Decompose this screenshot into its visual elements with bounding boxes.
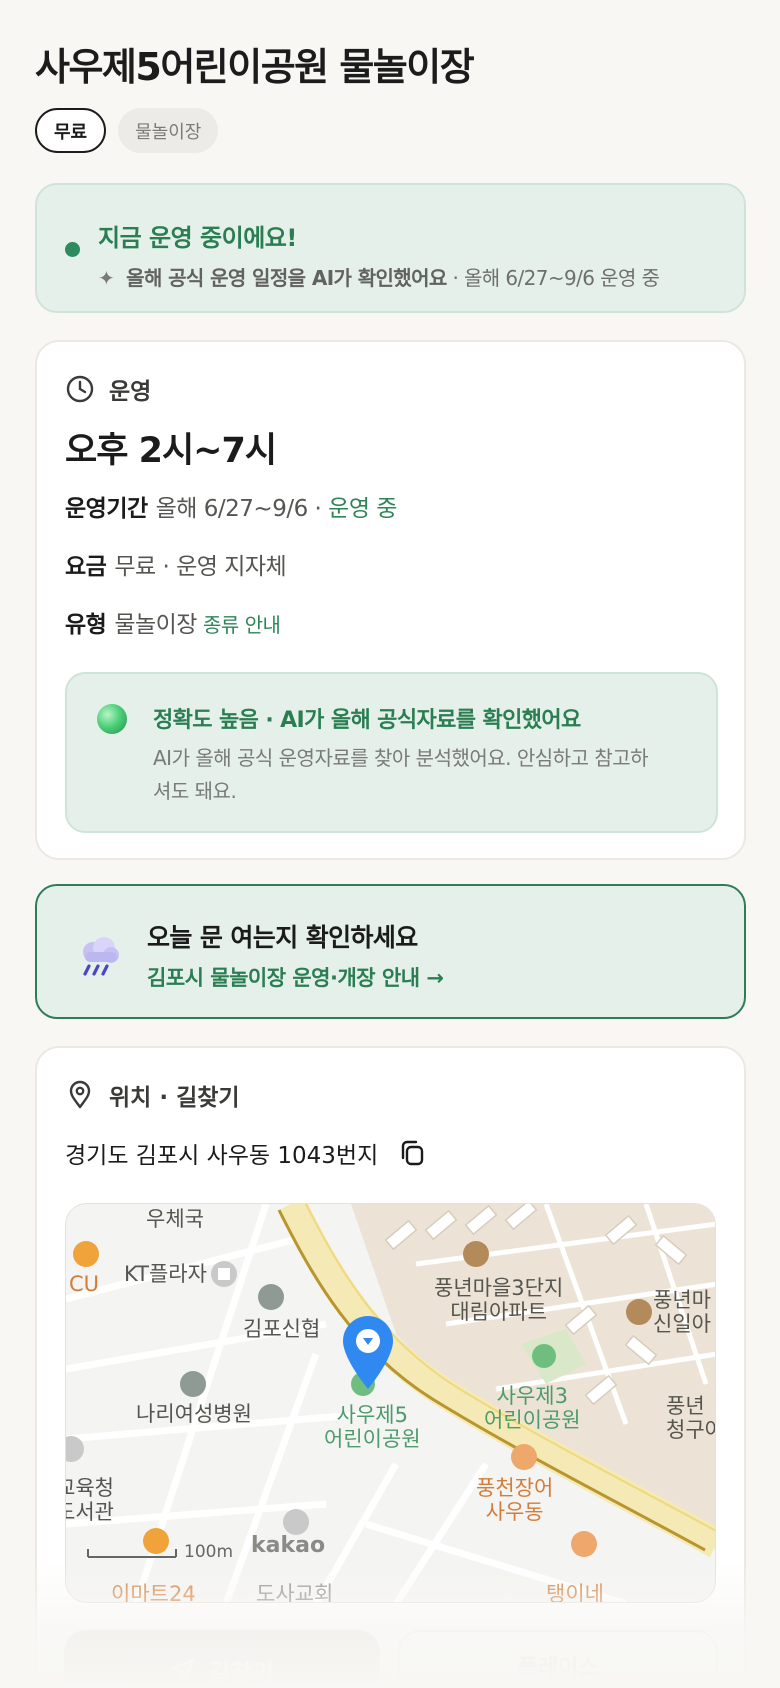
- check-open-card[interactable]: 오늘 문 여는지 확인하세요 김포시 물놀이장 운영·개장 안내 →: [35, 884, 746, 1019]
- operating-hours: 오후 2시~7시: [65, 431, 277, 471]
- period-label: 운영기간: [65, 496, 148, 522]
- map-label-apartment-right-2: 풍년 청구아: [666, 1394, 715, 1442]
- accuracy-box: 정확도 높음 · AI가 올해 공식자료를 확인했어요 AI가 올해 공식 운영…: [65, 672, 718, 833]
- map-scale-label: 100m: [184, 1542, 234, 1562]
- rain-cloud-icon: [83, 937, 119, 976]
- check-open-link[interactable]: 김포시 물놀이장 운영·개장 안내 →: [147, 962, 444, 992]
- check-open-title: 오늘 문 여는지 확인하세요: [147, 923, 418, 952]
- sparkle-icon: ✦: [98, 266, 115, 290]
- directions-button[interactable]: 길찾기: [64, 1630, 380, 1688]
- fee-tag[interactable]: 무료: [35, 108, 107, 153]
- fee-value: 무료 · 운영 지자체: [114, 554, 287, 580]
- tag-list: 무료 물놀이장: [35, 108, 219, 153]
- map-label-apartment-3: 풍년마을3단지 대림아파트: [434, 1276, 564, 1324]
- type-row: 유형 물놀이장 종류 안내: [65, 605, 281, 639]
- period-row: 운영기간 올해 6/27~9/6 · 운영 중: [65, 489, 397, 523]
- place-button[interactable]: 플레이스: [398, 1630, 718, 1688]
- map-label-park-3: 사우제3 어린이공원: [484, 1384, 581, 1432]
- open-status-card: 지금 운영 중이에요! ✦ 올해 공식 운영 일정을 AI가 확인했어요 · 올해…: [35, 183, 746, 313]
- open-status-title: 지금 운영 중이에요!: [98, 224, 297, 252]
- type-value: 물놀이장: [114, 612, 197, 638]
- address-row: 경기도 김포시 사우동 1043번지: [65, 1136, 426, 1170]
- map-label-kt-plaza: KT플라자: [124, 1262, 207, 1286]
- map-label-hospital: 나리여성병원: [136, 1402, 252, 1426]
- ai-verification-text: 올해 공식 운영 일정을 AI가 확인했어요: [126, 266, 447, 290]
- clock-icon: [66, 375, 94, 403]
- accuracy-description: AI가 올해 공식 운영자료를 찾아 분석했어요. 안심하고 참고하셔도 돼요.: [153, 746, 649, 803]
- action-buttons: 길찾기 플레이스: [64, 1630, 718, 1688]
- location-heading-label: 위치 · 길찾기: [109, 1085, 240, 1111]
- ai-verification-period: · 올해 6/27~9/6 운영 중: [446, 266, 660, 290]
- map-label-restaurant: 탱이네: [546, 1582, 604, 1603]
- copy-icon[interactable]: [398, 1139, 426, 1167]
- location-heading: 위치 · 길찾기: [65, 1078, 240, 1112]
- period-value: 올해 6/27~9/6 ·: [155, 496, 329, 522]
- operation-heading-label: 운영: [109, 379, 152, 405]
- open-status-dot: [65, 242, 80, 257]
- type-tag[interactable]: 물놀이장: [118, 108, 219, 153]
- location-card: 위치 · 길찾기 경기도 김포시 사우동 1043번지 우체국 CU KT플라자…: [35, 1046, 746, 1688]
- period-status: 운영 중: [328, 496, 397, 522]
- type-label: 유형: [65, 612, 107, 638]
- map-label-education-library: 교육청 도서관: [66, 1476, 114, 1524]
- navigation-arrow-icon: [171, 1658, 195, 1682]
- place-button-label: 플레이스: [517, 1656, 599, 1681]
- type-guide-link[interactable]: 종류 안내: [203, 613, 281, 637]
- map-label-church: 도사교회: [256, 1582, 334, 1603]
- directions-button-label: 길찾기: [207, 1658, 275, 1687]
- operation-card: 운영 오후 2시~7시 운영기간 올해 6/27~9/6 · 운영 중 요금 무료 …: [35, 340, 746, 860]
- map-label-park-5: 사우제5 어린이공원: [324, 1403, 421, 1451]
- map-view[interactable]: 우체국 CU KT플라자 김포신협 풍년마을3단지 대림아파트 풍년마 신일아 …: [65, 1203, 716, 1603]
- map-label-cu: CU: [69, 1272, 100, 1296]
- accuracy-indicator-icon: [97, 704, 127, 734]
- fee-label: 요금: [65, 554, 107, 580]
- map-label-apartment-right: 풍년마 신일아: [653, 1288, 711, 1336]
- address-text: 경기도 김포시 사우동 1043번지: [65, 1143, 379, 1169]
- fee-row: 요금 무료 · 운영 지자체: [65, 547, 287, 581]
- map-label-credit-union: 김포신협: [243, 1317, 321, 1341]
- map-label-post-office: 우체국: [146, 1207, 204, 1231]
- operation-heading: 운영: [65, 372, 151, 406]
- location-pin-icon: [69, 1080, 91, 1109]
- page-title: 사우제5어린이공원 물놀이장: [35, 45, 475, 89]
- kakao-map-logo: kakao: [251, 1533, 326, 1558]
- ai-verification-note: ✦ 올해 공식 운영 일정을 AI가 확인했어요 · 올해 6/27~9/6 운영…: [98, 262, 660, 291]
- accuracy-title: 정확도 높음 · AI가 올해 공식자료를 확인했어요: [153, 708, 581, 733]
- map-label-eel-restaurant: 풍천장어 사우동: [476, 1476, 554, 1524]
- map-label-emart24: 이마트24: [111, 1582, 196, 1603]
